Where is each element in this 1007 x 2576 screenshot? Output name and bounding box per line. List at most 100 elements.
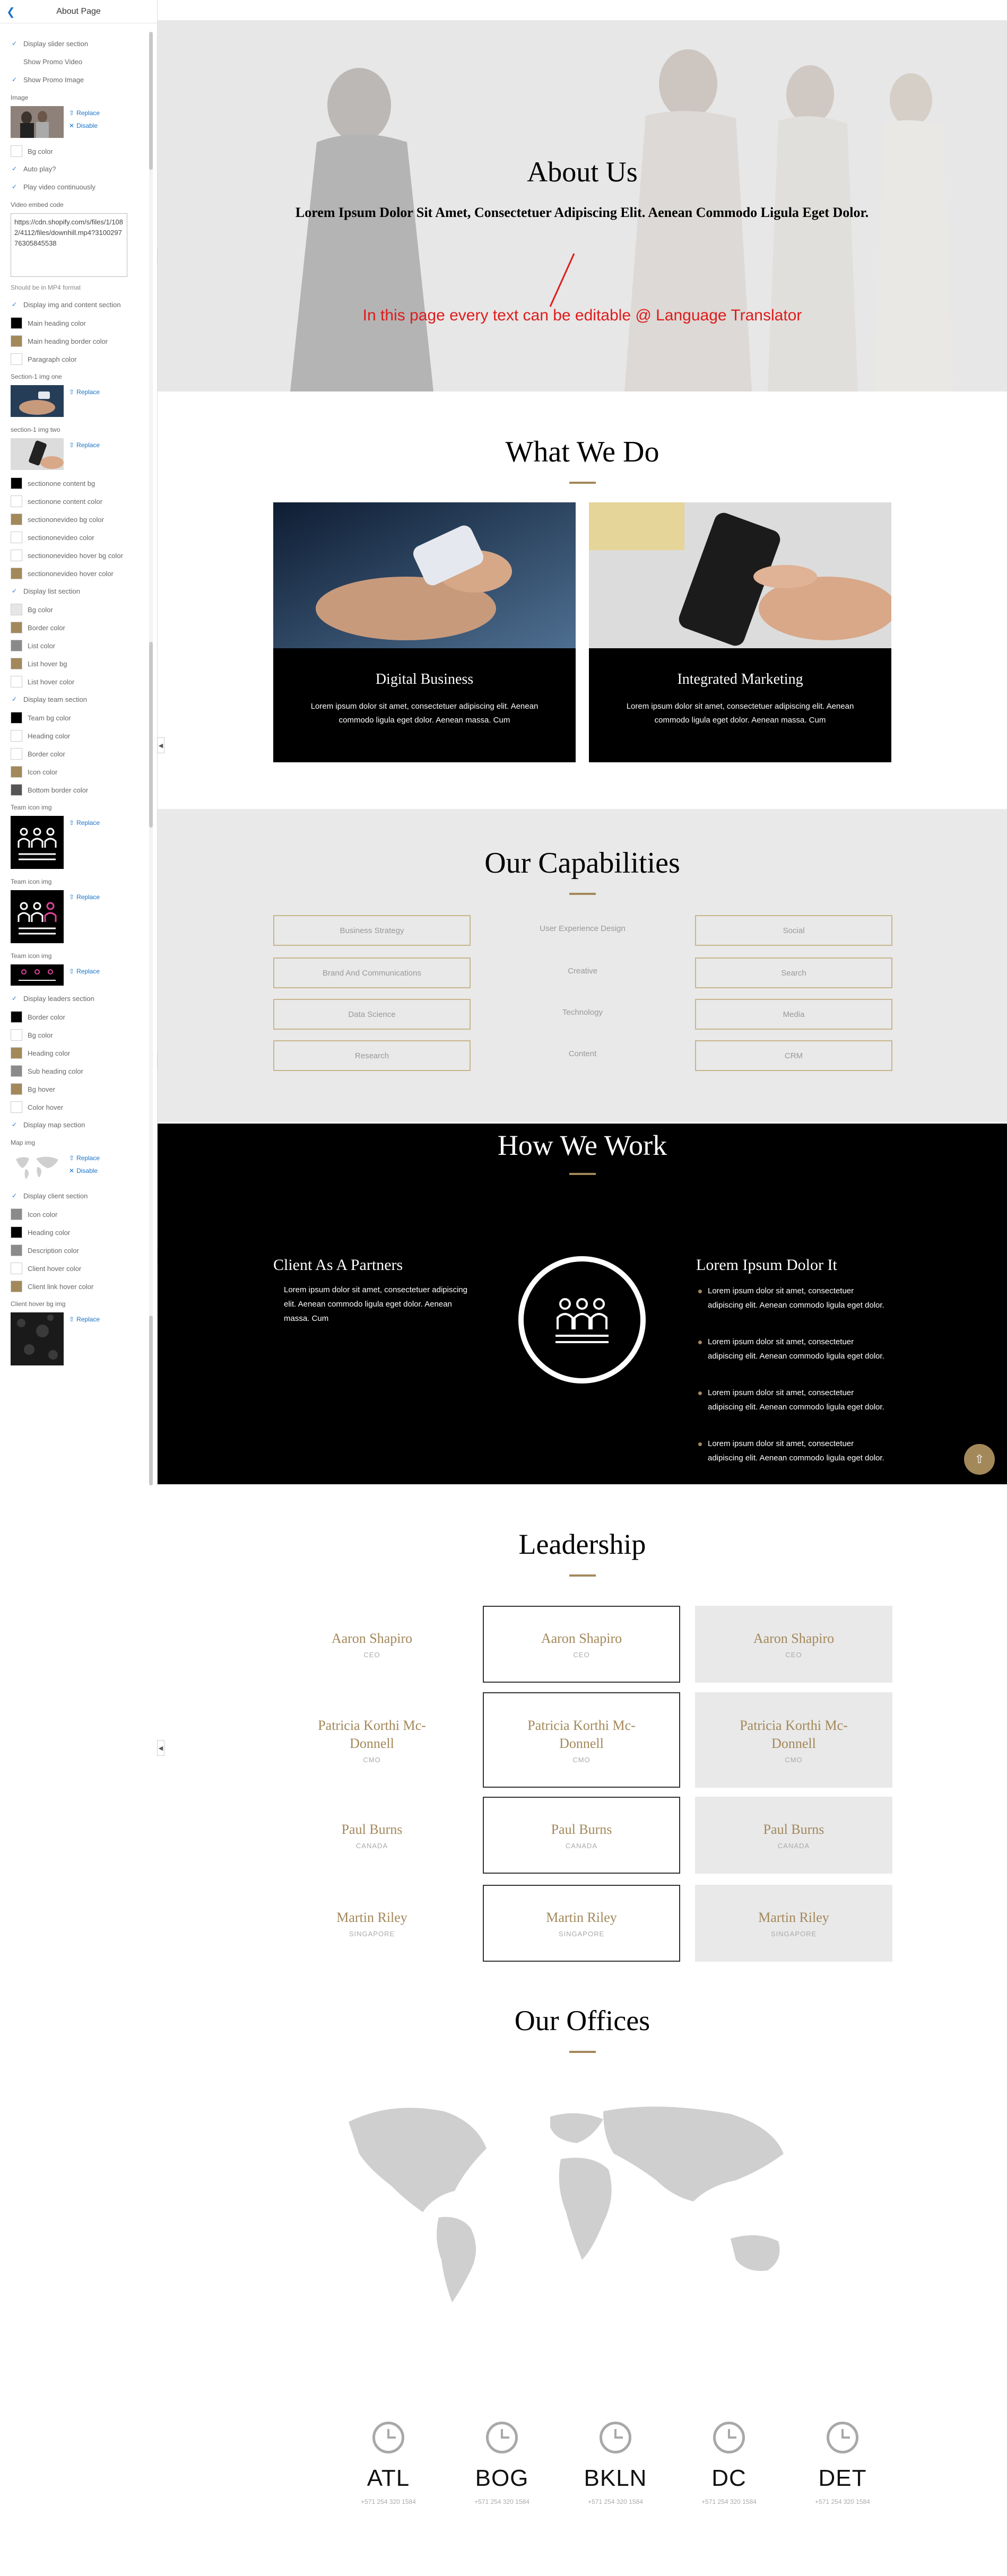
capability-item[interactable]: CRM <box>695 1040 892 1071</box>
setting-checkbox-row[interactable]: ✓ Display img and content section <box>11 299 138 310</box>
capability-item[interactable]: Brand And Communications <box>273 958 471 988</box>
capability-item[interactable]: Data Science <box>273 999 471 1030</box>
color-swatch[interactable] <box>11 1065 22 1077</box>
checkbox-icon[interactable]: ✓ <box>11 165 18 172</box>
replace-image-button[interactable]: ⇧ Replace <box>69 1154 100 1162</box>
color-setting-row[interactable]: Main heading border color <box>11 335 138 347</box>
setting-checkbox-row[interactable]: ✓ Display leaders section <box>11 993 138 1004</box>
color-setting-row[interactable]: Main heading color <box>11 317 138 329</box>
color-setting-row[interactable]: List hover color <box>11 676 138 687</box>
office-item[interactable]: BOG +571 254 320 1584 <box>470 2422 534 2505</box>
checkbox-icon[interactable]: ✓ <box>11 76 18 83</box>
leader-card[interactable]: Paul Burns CANADA <box>483 1797 680 1874</box>
capability-item[interactable]: Creative <box>484 967 681 976</box>
color-setting-row[interactable]: Border color <box>11 748 138 760</box>
capability-item[interactable]: Business Strategy <box>273 915 471 946</box>
color-setting-row[interactable]: Description color <box>11 1245 138 1256</box>
color-swatch[interactable] <box>11 640 22 651</box>
setting-checkbox-row[interactable]: ✓ Display team section <box>11 694 138 704</box>
leader-card[interactable]: Aaron Shapiro CEO <box>483 1606 680 1683</box>
checkbox-icon[interactable]: ✓ <box>11 695 18 703</box>
color-setting-row[interactable]: List hover bg <box>11 658 138 669</box>
capability-item[interactable]: Technology <box>484 1008 681 1017</box>
color-swatch[interactable] <box>11 514 22 525</box>
color-swatch[interactable] <box>11 730 22 742</box>
scroll-top-button[interactable]: ⇧ <box>964 1444 995 1475</box>
setting-checkbox-row[interactable]: ✓ Display map section <box>11 1119 138 1130</box>
setting-checkbox-row[interactable]: ✓ Auto play? <box>11 163 138 174</box>
capability-item[interactable]: Research <box>273 1040 471 1071</box>
color-setting-row[interactable]: Paragraph color <box>11 353 138 365</box>
leader-card[interactable]: Paul Burns CANADA <box>695 1797 892 1874</box>
setting-checkbox-row[interactable]: ✓ Display slider section <box>11 38 138 49</box>
checkbox-icon[interactable]: ✓ <box>11 995 18 1002</box>
color-swatch[interactable] <box>11 1029 22 1041</box>
checkbox-icon[interactable] <box>11 58 18 65</box>
color-setting-row[interactable]: sectionone content bg <box>11 477 138 489</box>
leader-card[interactable]: Paul Burns CANADA <box>273 1797 471 1874</box>
leader-card[interactable]: Aaron Shapiro CEO <box>695 1606 892 1683</box>
replace-image-button[interactable]: ⇧ Replace <box>69 968 100 975</box>
color-swatch[interactable] <box>11 748 22 760</box>
color-setting-row[interactable]: List color <box>11 640 138 651</box>
color-swatch[interactable] <box>11 1226 22 1238</box>
capability-item[interactable]: User Experience Design <box>484 924 681 933</box>
replace-image-button[interactable]: ⇧ Replace <box>69 819 100 826</box>
color-swatch[interactable] <box>11 676 22 687</box>
color-setting-row[interactable]: Border color <box>11 1011 138 1023</box>
leader-card[interactable]: Martin Riley SINGAPORE <box>273 1885 471 1962</box>
disable-image-button[interactable]: ✕ Disable <box>69 1167 100 1174</box>
service-card[interactable]: Digital Business Lorem ipsum dolor sit a… <box>273 502 576 762</box>
office-item[interactable]: DC +571 254 320 1584 <box>697 2422 761 2505</box>
color-swatch[interactable] <box>11 1083 22 1095</box>
color-setting-row[interactable]: Border color <box>11 622 138 633</box>
color-setting-row[interactable]: Bg color <box>11 604 138 615</box>
color-swatch[interactable] <box>11 622 22 633</box>
color-swatch[interactable] <box>11 658 22 669</box>
office-item[interactable]: ATL +571 254 320 1584 <box>357 2422 420 2505</box>
checkbox-icon[interactable]: ✓ <box>11 1121 18 1128</box>
capability-item[interactable]: Content <box>484 1049 681 1058</box>
setting-checkbox-row[interactable]: ✓ Show Promo Image <box>11 74 138 85</box>
color-setting-row[interactable]: Team bg color <box>11 712 138 724</box>
color-swatch[interactable] <box>11 335 22 347</box>
color-setting-row[interactable]: Bg color <box>11 1029 138 1041</box>
color-setting-row[interactable]: Client link hover color <box>11 1281 138 1292</box>
leader-card[interactable]: Patricia Korthi Mc-Donnell CMO <box>695 1692 892 1788</box>
color-setting-row[interactable]: Heading color <box>11 1047 138 1059</box>
setting-checkbox-row[interactable]: Show Promo Video <box>11 56 138 67</box>
replace-image-button[interactable]: ⇧ Replace <box>69 1316 100 1323</box>
replace-image-button[interactable]: ⇧ Replace <box>69 893 100 901</box>
checkbox-icon[interactable]: ✓ <box>11 1192 18 1199</box>
color-swatch[interactable] <box>11 145 22 157</box>
color-setting-row[interactable]: sectiononevideo hover color <box>11 568 138 579</box>
color-setting-row[interactable]: Bg color <box>11 145 138 157</box>
color-swatch[interactable] <box>11 1047 22 1059</box>
color-setting-row[interactable]: sectiononevideo hover bg color <box>11 550 138 561</box>
service-card[interactable]: Integrated Marketing Lorem ipsum dolor s… <box>589 502 891 762</box>
color-swatch[interactable] <box>11 1245 22 1256</box>
replace-image-button[interactable]: ⇧ Replace <box>69 388 100 396</box>
back-arrow-icon[interactable]: ❮ <box>6 5 15 19</box>
color-setting-row[interactable]: Client hover color <box>11 1263 138 1274</box>
sidebar-scrollbar[interactable] <box>149 32 153 1485</box>
color-setting-row[interactable]: sectiononevideo bg color <box>11 514 138 525</box>
setting-checkbox-row[interactable]: ✓ Play video continuously <box>11 181 138 192</box>
setting-checkbox-row[interactable]: ✓ Display client section <box>11 1190 138 1201</box>
office-item[interactable]: BKLN +571 254 320 1584 <box>584 2422 647 2505</box>
color-swatch[interactable] <box>11 1263 22 1274</box>
capability-item[interactable]: Search <box>695 958 892 988</box>
color-setting-row[interactable]: sectiononevideo color <box>11 532 138 543</box>
capability-item[interactable]: Media <box>695 999 892 1030</box>
checkbox-icon[interactable]: ✓ <box>11 40 18 47</box>
color-setting-row[interactable]: Bg hover <box>11 1083 138 1095</box>
color-setting-row[interactable]: Sub heading color <box>11 1065 138 1077</box>
color-swatch[interactable] <box>11 1208 22 1220</box>
color-swatch[interactable] <box>11 550 22 561</box>
color-setting-row[interactable]: Bottom border color <box>11 784 138 796</box>
color-swatch[interactable] <box>11 495 22 507</box>
color-setting-row[interactable]: Heading color <box>11 730 138 742</box>
color-swatch[interactable] <box>11 604 22 615</box>
color-swatch[interactable] <box>11 1101 22 1113</box>
video-embed-field[interactable]: https://cdn.shopify.com/s/files/1/1082/4… <box>11 213 138 277</box>
